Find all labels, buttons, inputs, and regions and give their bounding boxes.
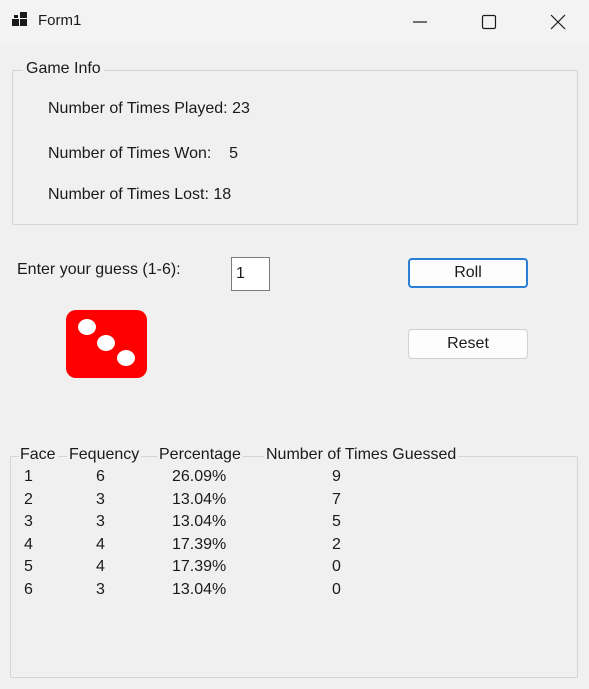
die-pip bbox=[117, 350, 135, 366]
cell-face: 5 bbox=[24, 558, 33, 576]
cell-frequency: 3 bbox=[96, 513, 105, 531]
cell-face: 6 bbox=[24, 581, 33, 598]
cell-face: 3 bbox=[24, 513, 33, 531]
header-percentage: Percentage bbox=[157, 446, 243, 464]
cell-times-guessed: 0 bbox=[332, 558, 341, 576]
cell-times-guessed: 5 bbox=[332, 513, 341, 531]
winforms-app-icon bbox=[12, 12, 27, 26]
cell-frequency: 3 bbox=[96, 581, 105, 598]
die-face-icon bbox=[66, 310, 147, 378]
close-button[interactable] bbox=[522, 0, 589, 44]
cell-percentage: 26.09% bbox=[172, 468, 227, 485]
minimize-icon bbox=[413, 21, 427, 23]
maximize-button[interactable] bbox=[453, 0, 523, 44]
roll-button[interactable]: Roll bbox=[408, 258, 528, 288]
title-bar[interactable]: Form1 bbox=[0, 0, 589, 44]
cell-percentage: 17.39% bbox=[172, 535, 227, 553]
guess-label: Enter your guess (1-6): bbox=[17, 261, 181, 278]
cell-percentage: 13.04% bbox=[172, 490, 227, 508]
cell-percentage: 13.04% bbox=[172, 513, 227, 531]
cell-percentage: 13.04% bbox=[172, 581, 227, 598]
cell-times-guessed: 9 bbox=[332, 468, 341, 485]
cell-frequency: 4 bbox=[96, 558, 105, 576]
times-played-label: Number of Times Played: 23 bbox=[48, 100, 250, 117]
cell-frequency: 4 bbox=[96, 535, 105, 553]
window-title: Form1 bbox=[38, 12, 82, 29]
cell-percentage: 17.39% bbox=[172, 558, 227, 576]
close-icon bbox=[550, 14, 566, 30]
app-window: Form1 Game Info Number of Times Played: … bbox=[0, 0, 589, 689]
maximize-icon bbox=[481, 14, 497, 30]
cell-frequency: 3 bbox=[96, 490, 105, 508]
cell-times-guessed: 2 bbox=[332, 535, 341, 553]
times-won-label: Number of Times Won: 5 bbox=[48, 145, 238, 162]
header-face: Face bbox=[18, 446, 58, 464]
die-pip bbox=[97, 335, 115, 351]
guess-input[interactable] bbox=[231, 257, 270, 291]
reset-button[interactable]: Reset bbox=[408, 329, 528, 359]
header-times-guessed: Number of Times Guessed bbox=[264, 446, 459, 464]
die-pip bbox=[78, 319, 96, 335]
game-info-legend: Game Info bbox=[23, 60, 104, 78]
cell-face: 2 bbox=[24, 490, 33, 508]
minimize-button[interactable] bbox=[384, 0, 454, 44]
cell-face: 1 bbox=[24, 468, 33, 485]
cell-face: 4 bbox=[24, 535, 33, 553]
header-frequency: Fequency bbox=[67, 446, 142, 464]
cell-frequency: 6 bbox=[96, 468, 105, 485]
cell-times-guessed: 0 bbox=[332, 581, 341, 598]
times-lost-label: Number of Times Lost: 18 bbox=[48, 186, 232, 203]
cell-times-guessed: 7 bbox=[332, 490, 341, 508]
